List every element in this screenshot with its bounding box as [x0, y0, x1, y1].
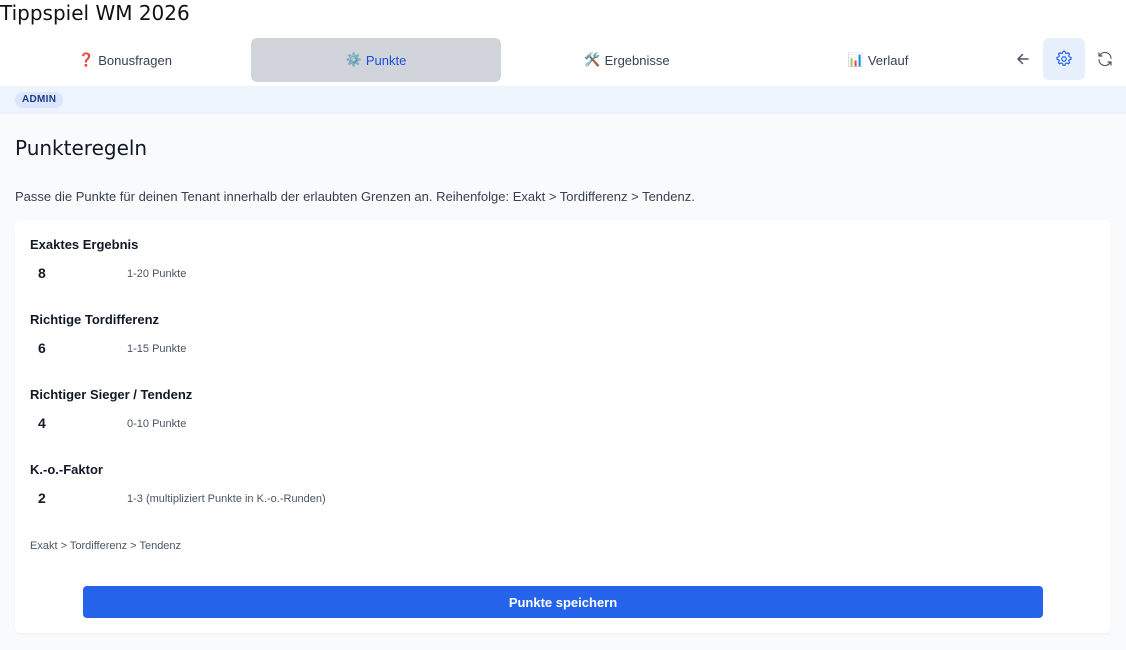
refresh-button[interactable] [1084, 38, 1126, 80]
tab-label: Ergebnisse [604, 52, 670, 68]
field-label: Exaktes Ergebnis [30, 237, 139, 252]
save-points-button[interactable]: Punkte speichern [83, 586, 1043, 618]
tab-punkte[interactable]: ⚙️ Punkte [251, 38, 501, 82]
tab-ergebnisse[interactable]: 🛠️ Ergebnisse [502, 38, 752, 82]
points-card: Exaktes Ergebnis 1-20 Punkte Richtige To… [15, 220, 1111, 633]
back-button[interactable] [1002, 38, 1044, 80]
field-hint: 1-20 Punkte [127, 268, 187, 280]
gear-emoji-icon: ⚙️ [345, 52, 362, 67]
field-label: K.-o.-Faktor [30, 462, 103, 477]
field-exact-result: Exaktes Ergebnis 1-20 Punkte [30, 237, 1030, 297]
admin-strip: ADMIN [0, 86, 1126, 114]
field-label: Richtige Tordifferenz [30, 312, 160, 327]
admin-badge: ADMIN [15, 92, 64, 108]
tab-verlauf[interactable]: 📊 Verlauf [753, 38, 1003, 82]
goal-difference-input[interactable] [30, 336, 120, 360]
main-content: Punkteregeln Passe die Punkte für deinen… [0, 114, 1126, 650]
app-title: Tippspiel WM 2026 [0, 1, 190, 25]
tab-bonusfragen[interactable]: ❓ Bonusfragen [0, 38, 250, 82]
order-footnote: Exakt > Tordifferenz > Tendenz [30, 540, 182, 552]
settings-button[interactable] [1043, 38, 1085, 80]
tab-label: Verlauf [867, 52, 909, 68]
page-title: Punkteregeln [15, 136, 148, 160]
tab-label: Bonusfragen [98, 52, 172, 68]
field-hint: 1-15 Punkte [127, 343, 187, 355]
field-ko-factor: K.-o.-Faktor 1-3 (multipliziert Punkte i… [30, 462, 1030, 522]
bar-chart-icon: 📊 [847, 52, 864, 67]
gear-icon [1056, 50, 1072, 66]
tools-icon: 🛠️ [584, 52, 601, 67]
question-icon: ❓ [78, 52, 95, 67]
field-hint: 0-10 Punkte [127, 418, 187, 430]
arrow-left-icon [1017, 53, 1029, 65]
tab-label: Punkte [365, 52, 407, 68]
ko-factor-input[interactable] [30, 486, 120, 510]
page-description: Passe die Punkte für deinen Tenant inner… [15, 189, 695, 204]
exact-result-input[interactable] [30, 261, 120, 285]
field-hint: 1-3 (multipliziert Punkte in K.-o.-Runde… [127, 493, 326, 505]
tab-bar: ❓ Bonusfragen ⚙️ Punkte 🛠️ Ergebnisse 📊 … [0, 38, 1126, 82]
tendency-input[interactable] [30, 411, 120, 435]
field-tendency: Richtiger Sieger / Tendenz 0-10 Punkte [30, 387, 1030, 447]
field-label: Richtiger Sieger / Tendenz [30, 387, 193, 402]
refresh-icon [1098, 51, 1112, 67]
field-goal-difference: Richtige Tordifferenz 1-15 Punkte [30, 312, 1030, 372]
